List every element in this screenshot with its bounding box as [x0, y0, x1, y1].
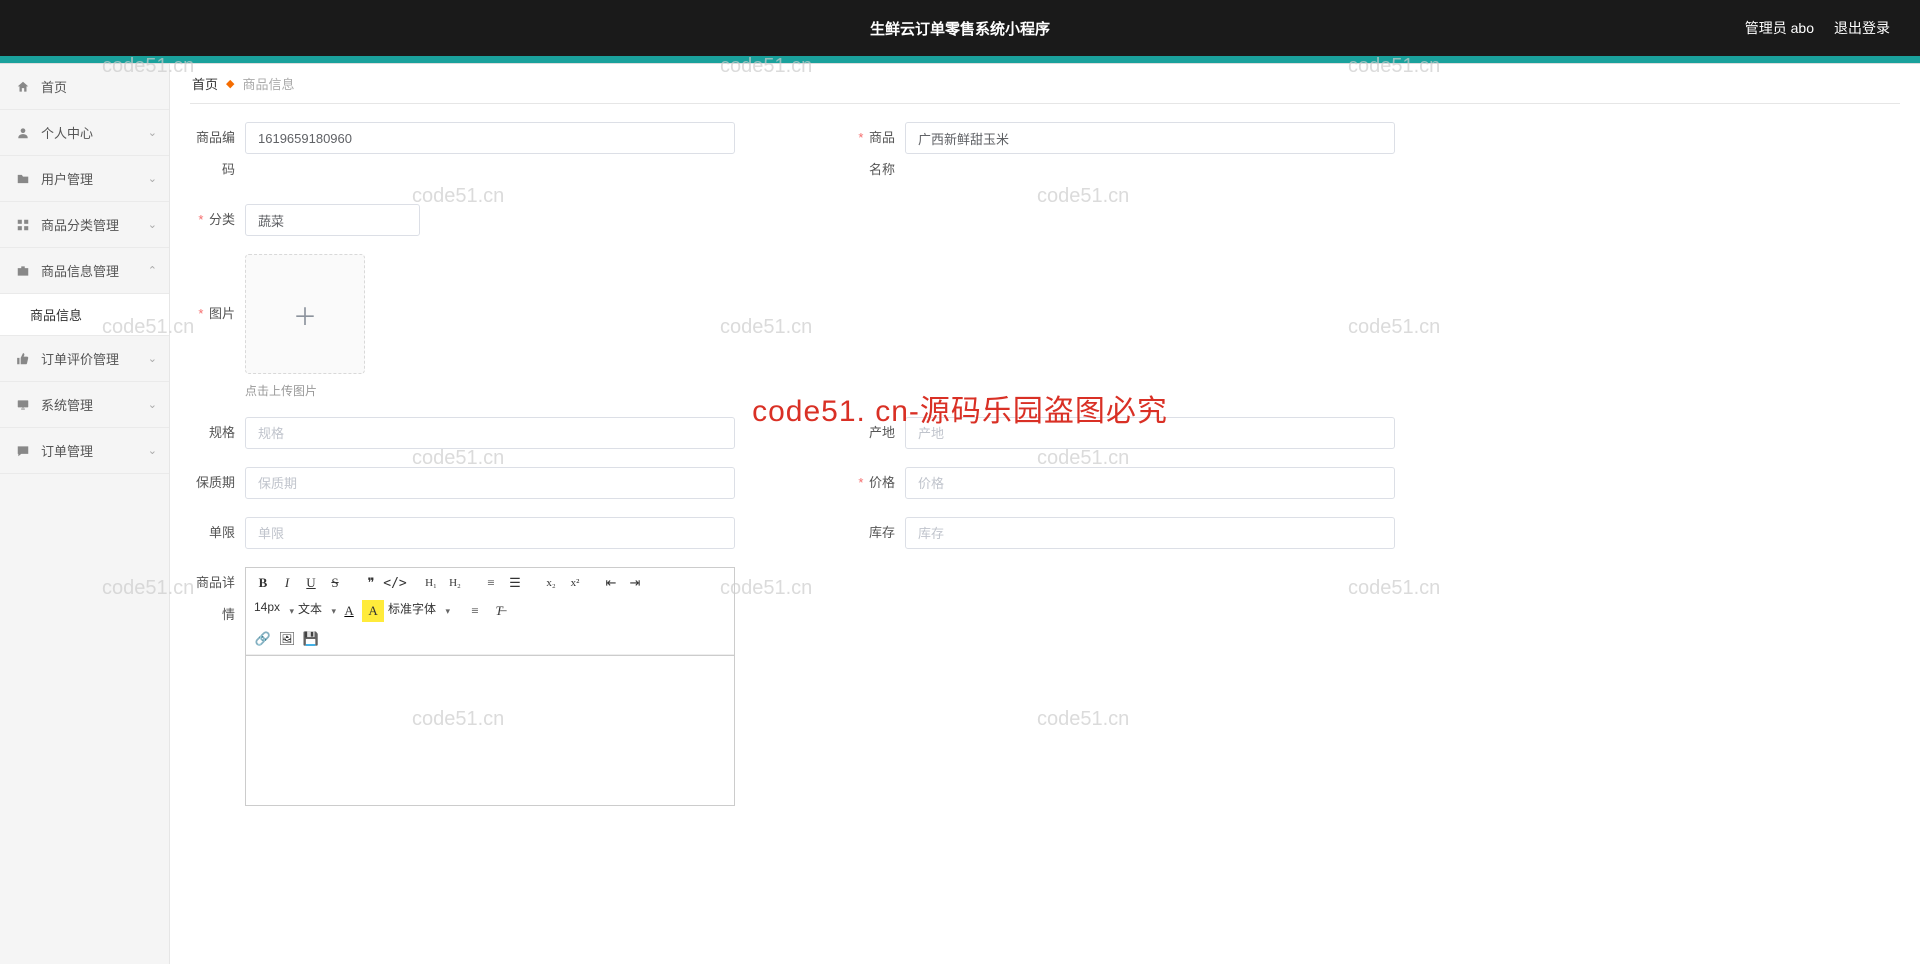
input-stock[interactable]: [905, 517, 1395, 549]
sidebar-item-products[interactable]: 商品信息管理 ⌃: [0, 248, 169, 294]
ordered-list-icon[interactable]: ≡: [480, 572, 502, 594]
bold-icon[interactable]: B: [252, 572, 274, 594]
chevron-down-icon: ⌄: [148, 398, 157, 411]
grid-icon: [15, 217, 31, 233]
sidebar-item-label: 个人中心: [41, 123, 93, 142]
indent-icon[interactable]: ⇥: [624, 572, 646, 594]
label-detail: 商品详情: [190, 567, 245, 631]
sidebar-item-label: 用户管理: [41, 169, 93, 188]
teal-strip: [0, 56, 1920, 64]
superscript-icon[interactable]: x²: [564, 572, 586, 594]
breadcrumb: 首页 ◆ 商品信息: [190, 64, 1900, 104]
sidebar-item-users[interactable]: 用户管理 ⌄: [0, 156, 169, 202]
save-icon[interactable]: 💾: [300, 628, 322, 650]
image-upload[interactable]: ＋: [245, 254, 365, 374]
label-limit: 单限: [190, 517, 245, 549]
h1-icon[interactable]: H₁: [420, 572, 442, 594]
label-stock: 库存: [850, 517, 905, 549]
sidebar-item-label: 商品信息管理: [41, 261, 119, 280]
sidebar-item-home[interactable]: 首页: [0, 64, 169, 110]
label-spec: 规格: [190, 417, 245, 449]
breadcrumb-current: 商品信息: [242, 74, 294, 93]
input-spec[interactable]: [245, 417, 735, 449]
input-price[interactable]: [905, 467, 1395, 499]
sidebar-item-label: 系统管理: [41, 395, 93, 414]
breadcrumb-home[interactable]: 首页: [192, 74, 218, 93]
code-icon[interactable]: </>: [384, 572, 406, 594]
label-image: 图片: [190, 254, 245, 374]
chevron-down-icon: ⌄: [148, 172, 157, 185]
desktop-icon: [15, 397, 31, 413]
clear-format-icon[interactable]: T̶: [488, 600, 510, 622]
label-origin: 产地: [850, 417, 905, 449]
chevron-down-icon: ⌄: [148, 126, 157, 139]
sidebar-item-reviews[interactable]: 订单评价管理 ⌄: [0, 336, 169, 382]
outdent-icon[interactable]: ⇤: [600, 572, 622, 594]
label-product-code: 商品编码: [190, 122, 245, 186]
user-icon: [15, 125, 31, 141]
plus-icon: ＋: [293, 297, 317, 332]
folder-icon: [15, 171, 31, 187]
font-size-select[interactable]: 14px: [252, 600, 284, 622]
strike-icon[interactable]: S: [324, 572, 346, 594]
input-shelf-life[interactable]: [245, 467, 735, 499]
unordered-list-icon[interactable]: ☰: [504, 572, 526, 594]
label-category: 分类: [190, 204, 245, 236]
font-color-icon[interactable]: A: [338, 600, 360, 622]
quote-icon[interactable]: ❞: [360, 572, 382, 594]
underline-icon[interactable]: U: [300, 572, 322, 594]
rich-text-editor: B I U S ❞ </> H₁ H₂ ≡ ☰: [245, 567, 735, 806]
italic-icon[interactable]: I: [276, 572, 298, 594]
briefcase-icon: [15, 263, 31, 279]
editor-body[interactable]: [246, 655, 734, 805]
chevron-down-icon: ⌄: [148, 444, 157, 457]
header-right: 管理员 abo 退出登录: [1745, 18, 1920, 38]
h2-icon[interactable]: H₂: [444, 572, 466, 594]
chevron-down-icon: ⌄: [148, 218, 157, 231]
input-origin[interactable]: [905, 417, 1395, 449]
sidebar-subitem-label: 商品信息: [30, 305, 82, 324]
admin-label[interactable]: 管理员 abo: [1745, 18, 1814, 38]
header: 生鲜云订单零售系统小程序 管理员 abo 退出登录: [0, 0, 1920, 56]
chat-icon: [15, 443, 31, 459]
main-content: 首页 ◆ 商品信息 商品编码 商品名称 分类: [170, 64, 1920, 964]
label-price: 价格: [850, 467, 905, 499]
sidebar-item-label: 订单评价管理: [41, 349, 119, 368]
sidebar-item-orders[interactable]: 订单管理 ⌄: [0, 428, 169, 474]
sidebar-item-label: 订单管理: [41, 441, 93, 460]
editor-toolbar: B I U S ❞ </> H₁ H₂ ≡ ☰: [246, 568, 734, 655]
image-icon[interactable]: 🖼: [276, 628, 298, 650]
sidebar-item-label: 商品分类管理: [41, 215, 119, 234]
input-product-code[interactable]: [245, 122, 735, 154]
sidebar-item-personal[interactable]: 个人中心 ⌄: [0, 110, 169, 156]
align-icon[interactable]: ≡: [464, 600, 486, 622]
select-category[interactable]: [245, 204, 420, 236]
breadcrumb-separator-icon: ◆: [226, 77, 234, 90]
subscript-icon[interactable]: x₂: [540, 572, 562, 594]
upload-hint: 点击上传图片: [245, 382, 365, 399]
link-icon[interactable]: 🔗: [252, 628, 274, 650]
font-family-select[interactable]: 标准字体: [386, 600, 440, 622]
input-product-name[interactable]: [905, 122, 1395, 154]
sidebar-item-label: 首页: [41, 77, 67, 96]
label-shelf-life: 保质期: [190, 467, 245, 499]
bg-color-icon[interactable]: A: [362, 600, 384, 622]
input-limit[interactable]: [245, 517, 735, 549]
product-form: 商品编码 商品名称 分类 图片: [190, 122, 1900, 824]
label-product-name: 商品名称: [850, 122, 905, 186]
sidebar: 首页 个人中心 ⌄ 用户管理 ⌄ 商品分类管理 ⌄ 商品信息管理 ⌃ 商品信息 …: [0, 64, 170, 964]
logout-button[interactable]: 退出登录: [1834, 18, 1890, 38]
text-style-select[interactable]: 文本: [296, 600, 326, 622]
sidebar-subitem-product-info[interactable]: 商品信息: [0, 294, 169, 336]
app-title: 生鲜云订单零售系统小程序: [870, 18, 1050, 39]
sidebar-item-system[interactable]: 系统管理 ⌄: [0, 382, 169, 428]
chevron-down-icon: ⌄: [148, 352, 157, 365]
sidebar-item-categories[interactable]: 商品分类管理 ⌄: [0, 202, 169, 248]
chevron-up-icon: ⌃: [148, 264, 157, 277]
home-icon: [15, 79, 31, 95]
thumb-icon: [15, 351, 31, 367]
